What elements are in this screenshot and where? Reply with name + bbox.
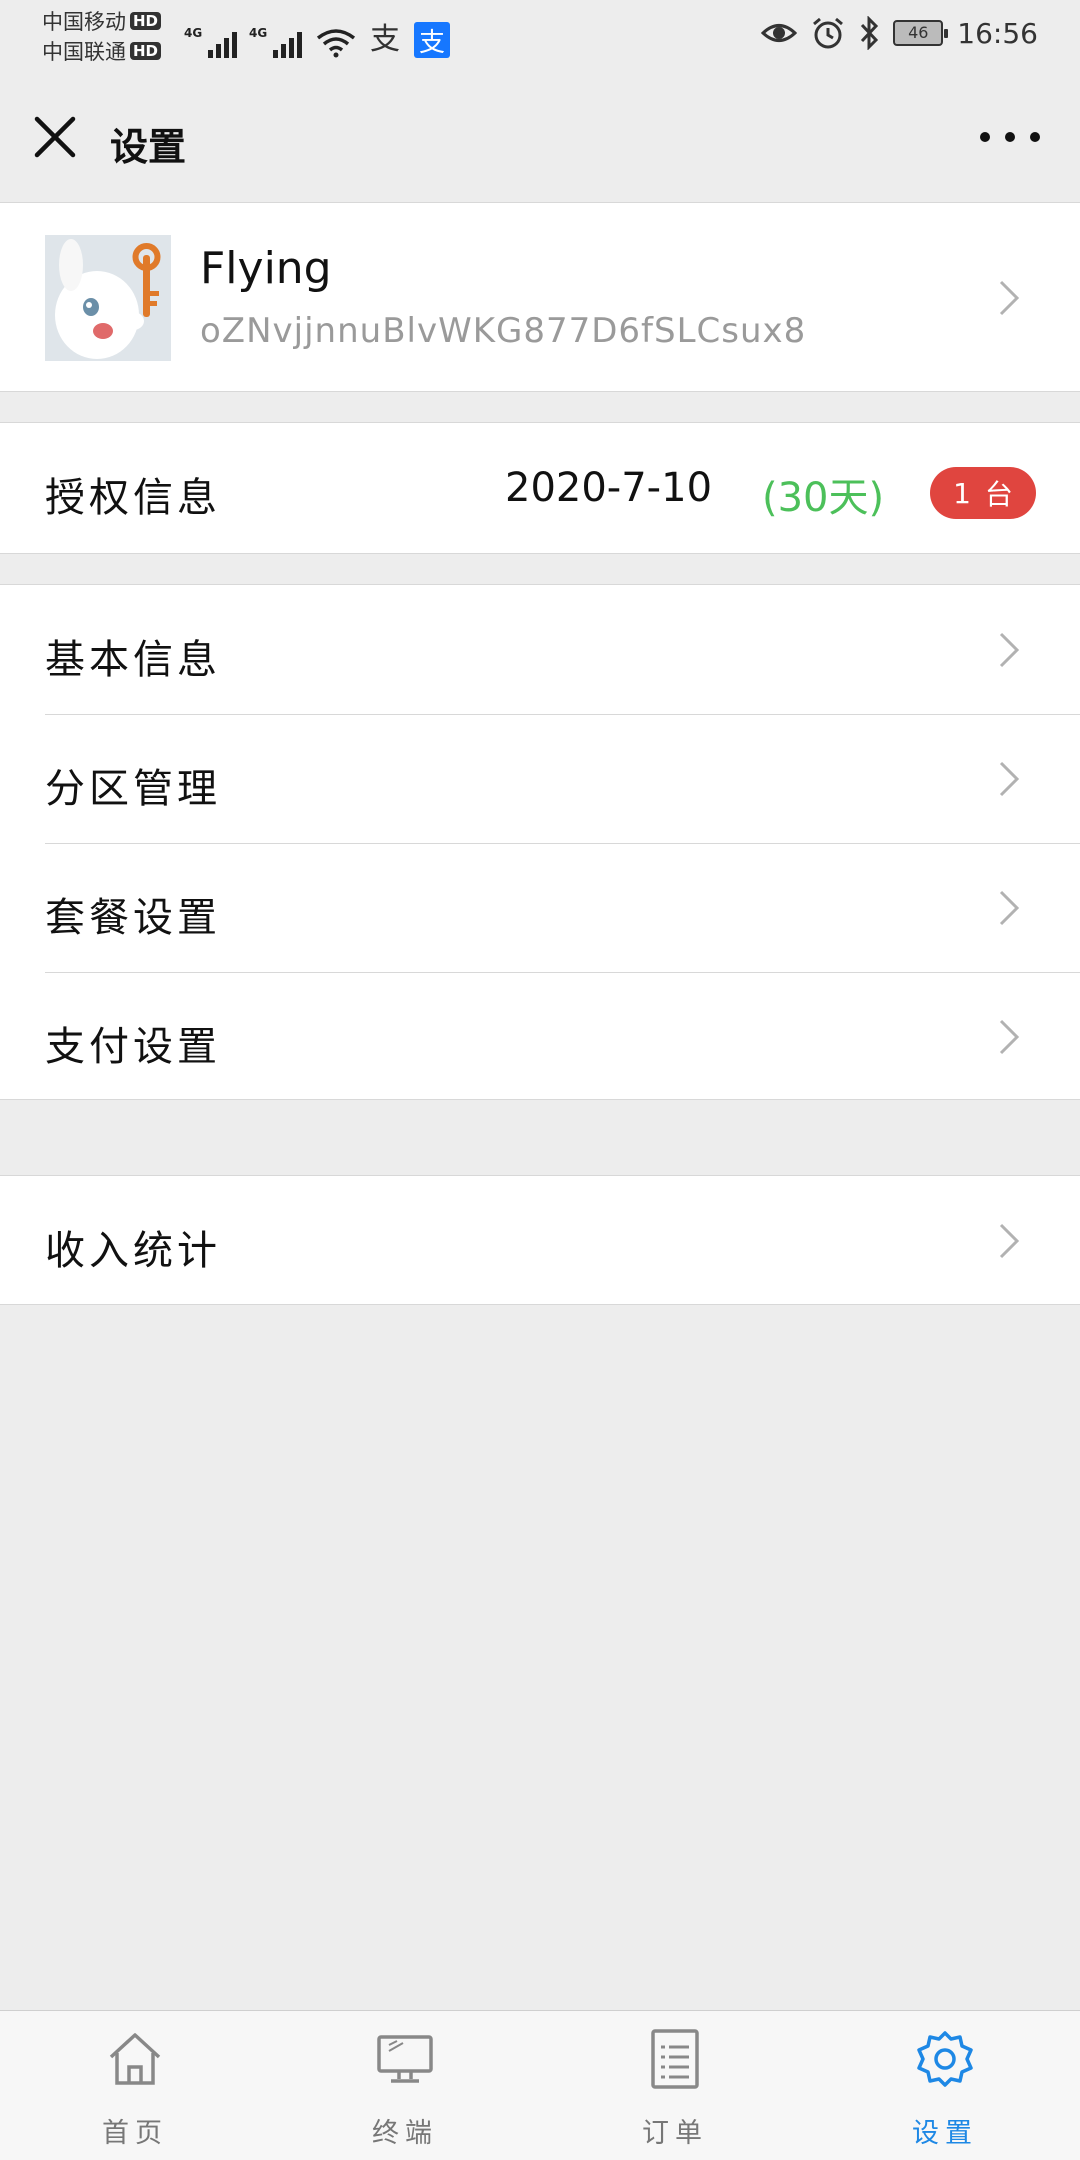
dot-icon: [980, 132, 990, 142]
more-options-button[interactable]: [980, 122, 1040, 152]
chevron-right-icon: [999, 761, 1020, 797]
page-title: 设置: [110, 125, 187, 169]
menu-item-label: 基本信息: [45, 637, 221, 683]
device-unit: 台: [984, 478, 1013, 511]
carrier-1: 中国移动: [42, 10, 126, 34]
device-count-badge: 1 台: [930, 467, 1036, 519]
chevron-right-icon: [999, 1223, 1020, 1259]
device-count: 1: [953, 476, 971, 510]
alarm-icon: [813, 17, 844, 49]
network-indicators: 4G 4G 支 支: [184, 14, 450, 58]
alipay-app-icon: 支: [414, 22, 450, 58]
profile-id: oZNvjjnnuBlvWKG877D6fSLCsux8: [200, 311, 807, 351]
tab-terminal[interactable]: 终端: [270, 2011, 540, 2160]
navigation-bar: 设置: [0, 72, 1080, 202]
signal-icon: 4G: [184, 26, 237, 58]
menu-item-label: 分区管理: [45, 766, 221, 812]
hd-badge: HD: [130, 42, 162, 60]
order-list-icon: [651, 2029, 699, 2089]
dot-icon: [1030, 132, 1040, 142]
chevron-right-icon: [999, 280, 1020, 316]
avatar: [45, 235, 171, 361]
monitor-icon: [377, 2035, 433, 2083]
chevron-right-icon: [999, 1019, 1020, 1055]
chevron-right-icon: [999, 890, 1020, 926]
menu-item-package-settings[interactable]: 套餐设置: [0, 843, 1080, 972]
menu-item-basic-info[interactable]: 基本信息: [0, 585, 1080, 714]
tab-orders[interactable]: 订单: [540, 2011, 810, 2160]
carrier-info: 中国移动 HD 中国联通 HD: [42, 6, 162, 66]
clock: 16:56: [957, 16, 1038, 50]
network-type-label: 4G: [184, 26, 203, 40]
menu-item-label: 套餐设置: [45, 895, 221, 941]
home-icon: [109, 2033, 161, 2085]
license-label: 授权信息: [45, 475, 221, 521]
menu-item-zone-management[interactable]: 分区管理: [0, 714, 1080, 843]
settings-menu: 基本信息 分区管理 套餐设置 支付设置: [0, 584, 1080, 1100]
eye-icon: [761, 24, 798, 42]
license-days-remaining: (30天): [762, 475, 885, 521]
network-type-label: 4G: [249, 26, 268, 40]
status-bar: 中国移动 HD 中国联通 HD 4G 4G 支 支 46 16:56: [0, 0, 1080, 72]
menu-item-payment-settings[interactable]: 支付设置: [0, 972, 1080, 1101]
menu-item-income-stats[interactable]: 收入统计: [0, 1175, 1080, 1305]
bluetooth-icon: [861, 16, 879, 50]
gear-icon: [917, 2031, 973, 2087]
license-info-row: 授权信息 2020-7-10 (30天) 1 台: [0, 422, 1080, 554]
menu-item-label: 支付设置: [45, 1024, 221, 1070]
battery-icon: 46: [893, 20, 949, 46]
license-expiry-date: 2020-7-10: [505, 465, 713, 511]
tab-home[interactable]: 首页: [0, 2011, 270, 2160]
status-right: 46 16:56: [761, 16, 1038, 50]
wifi-icon: [316, 29, 356, 58]
bunny-avatar-icon: [45, 235, 171, 361]
chevron-right-icon: [999, 632, 1020, 668]
tab-label: 首页: [102, 2118, 168, 2149]
hd-badge: HD: [130, 12, 162, 30]
bottom-tab-bar: 首页 终端 订单 设置: [0, 2010, 1080, 2160]
close-icon[interactable]: [30, 112, 80, 162]
tab-label: 设置: [912, 2118, 978, 2149]
tab-settings[interactable]: 设置: [810, 2011, 1080, 2160]
signal-icon: 4G: [249, 26, 302, 58]
carrier-2: 中国联通: [42, 40, 126, 64]
profile-name: Flying: [200, 243, 332, 294]
tab-label: 订单: [642, 2118, 708, 2149]
profile-card[interactable]: Flying oZNvjjnnuBlvWKG877D6fSLCsux8: [0, 202, 1080, 392]
menu-item-label: 收入统计: [45, 1228, 221, 1274]
dot-icon: [1005, 132, 1015, 142]
alipay-notification-icon: 支: [370, 22, 400, 57]
tab-label: 终端: [372, 2118, 438, 2149]
